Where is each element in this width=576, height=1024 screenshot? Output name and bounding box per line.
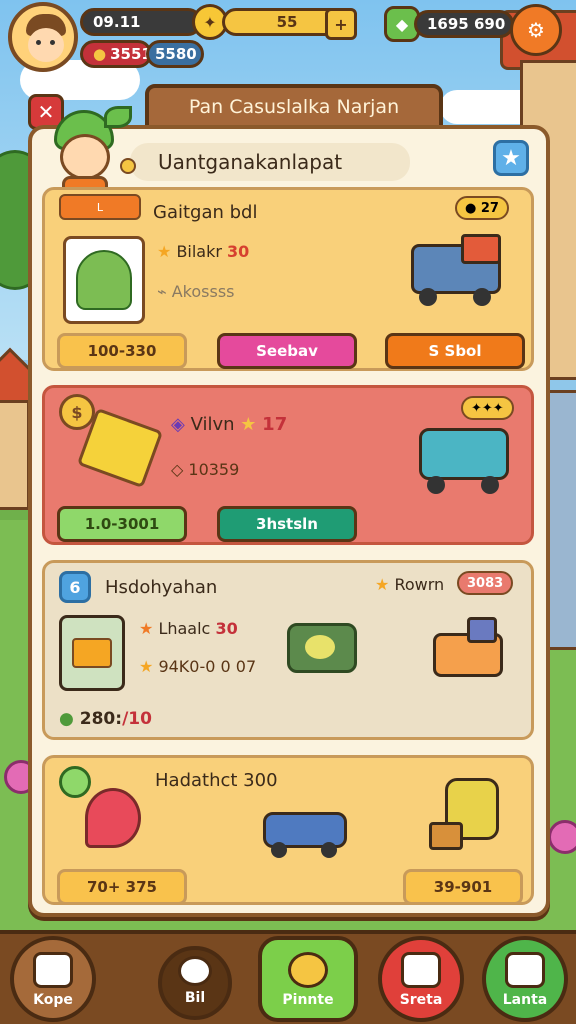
offer-card-2[interactable]: $ ◈ Vilvn ★ 17 ◇ 10359 ✦✦✦ 1.0-3001 3hst… — [42, 385, 534, 545]
card-1-badge: ● 27 — [455, 196, 509, 220]
blue-car-icon — [259, 798, 353, 862]
green-orb-icon — [59, 766, 91, 798]
nav-lanta-button[interactable]: Lanta — [482, 936, 568, 1022]
info-icon: 6 — [59, 571, 91, 603]
nav-bag-button[interactable]: Bil — [158, 946, 232, 1020]
card-2-value-field: 1.0-3001 — [57, 506, 187, 542]
add-energy-button[interactable]: + — [325, 8, 357, 40]
card-1-stat2: ⌁ Akossss — [157, 282, 235, 301]
panel-title: Pan Casuslalka Narjan — [188, 96, 400, 118]
card-3-badge-label: ★ Rowrn — [375, 575, 445, 594]
card-4-value-field-1: 70+ 375 — [57, 869, 187, 905]
player-avatar[interactable] — [8, 2, 78, 72]
card-1-secondary-button[interactable]: Seebav — [217, 333, 357, 369]
card-4-title: Hadathct 300 — [155, 770, 278, 791]
card-3-badge: 3083 — [457, 571, 514, 595]
card-1-stat1: ★ Bilakr 30 — [157, 242, 250, 261]
gem-counter: 1695 690 — [414, 10, 514, 38]
offer-card-4[interactable]: Hadathct 300 70+ 375 39-901 — [42, 755, 534, 905]
favorite-star-button[interactable]: ★ — [493, 140, 529, 176]
offer-card-1[interactable]: L Gaitgan bdl ● 27 ★ Bilakr 30 ⌁ Akossss… — [42, 187, 534, 371]
yellow-robot-icon — [425, 772, 515, 862]
settings-gear-icon[interactable]: ⚙ — [510, 4, 562, 56]
mascot-face-icon — [288, 952, 328, 988]
nav-home-button[interactable]: Kope — [10, 936, 96, 1022]
star-icon: ● — [465, 200, 481, 216]
card-3-title: Hsdohyahan — [105, 577, 218, 598]
star-icon: ★ — [375, 575, 390, 594]
coin-counter-a: ● 3551 — [80, 40, 152, 68]
coin-counter-b: 5580 — [146, 40, 204, 68]
green-robot-icon — [281, 617, 365, 687]
offer-card-3[interactable]: 6 Hsdohyahan ★ Rowrn 3083 ★ Lhaalc 30 ★ … — [42, 560, 534, 740]
coin-icon: $ — [59, 394, 95, 430]
energy-value: 55 — [276, 13, 298, 31]
coin-value-b: 5580 — [155, 45, 197, 63]
star-icon: ★ — [139, 619, 159, 638]
spark-icon: ✦✦✦ — [471, 400, 504, 416]
creature-icon — [505, 952, 545, 988]
tag-ribbon: L — [59, 194, 141, 220]
star-icon: ★ — [240, 414, 257, 435]
delivery-truck-icon — [405, 230, 509, 316]
nav-store-button[interactable]: Sreta — [378, 936, 464, 1022]
card-2-sticker: ✦✦✦ — [461, 396, 514, 420]
nav-print-button[interactable]: Pinnte — [258, 936, 358, 1022]
panel-title-tab: Pan Casuslalka Narjan — [145, 84, 443, 130]
time-display: 09.11 — [80, 8, 202, 36]
gem-icon: ◇ — [171, 460, 189, 479]
character-portrait — [63, 236, 145, 324]
card-3-stat1: ★ Lhaalc 30 — [139, 619, 238, 638]
dog-icon — [401, 952, 441, 988]
drop-icon: ◈ — [171, 414, 191, 435]
panel-subtitle: Uantganakanlapat — [158, 150, 343, 174]
card-2-action-button[interactable]: 3hstsln — [217, 506, 357, 542]
card-2-title: ◈ Vilvn ★ 17 — [171, 414, 288, 435]
gem-value: 1695 690 — [427, 15, 506, 33]
delivery-van-icon — [411, 422, 521, 502]
card-2-stat: ◇ 10359 — [171, 460, 240, 479]
house-icon — [33, 952, 73, 988]
card-1-title: Gaitgan bdl — [153, 202, 258, 223]
card-1-primary-button[interactable]: S Sbol — [385, 333, 525, 369]
coin-icon: ● — [59, 709, 80, 729]
card-3-stat2: ★ 94K0-0 0 07 — [139, 657, 257, 676]
card-1-value-field: 100-330 — [57, 333, 187, 369]
time-text: 09.11 — [93, 13, 141, 31]
orange-truck-icon — [427, 613, 525, 693]
card-3-bottom-value: ● 280:/10 — [59, 709, 152, 729]
link-icon: ⌁ — [157, 282, 172, 301]
bag-icon — [178, 956, 212, 986]
balloon-icon — [85, 788, 141, 848]
gift-box-icon — [59, 615, 125, 691]
top-bar: 09.11 ✦ 55 + ◆ 1695 690 ⚙ ● 3551 5580 — [0, 0, 576, 80]
card-4-value-field-2: 39-901 — [403, 869, 523, 905]
star-icon: ★ — [157, 242, 177, 261]
star-icon: ★ — [139, 657, 159, 676]
coin-icon: ● — [93, 45, 107, 63]
panel-subtitle-bar: Uantganakanlapat — [130, 143, 410, 181]
